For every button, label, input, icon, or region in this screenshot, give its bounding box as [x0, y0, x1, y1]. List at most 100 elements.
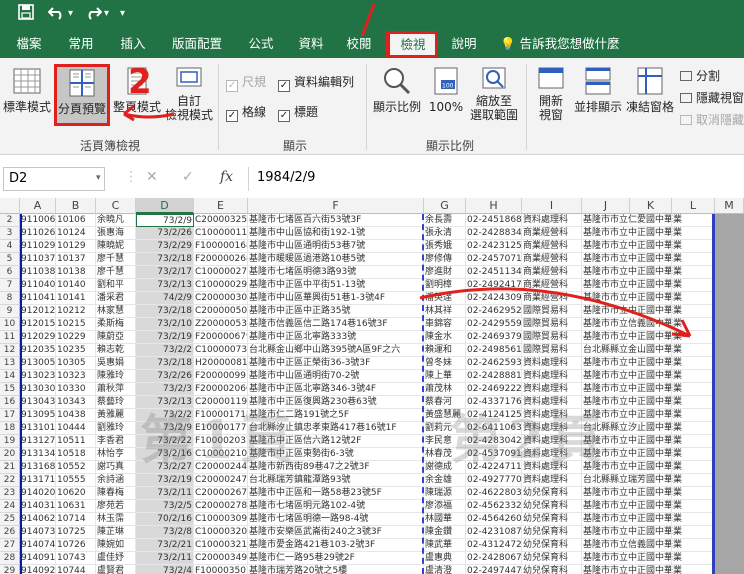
- cell[interactable]: 柔斯梅: [96, 318, 136, 331]
- tell-me-search[interactable]: 💡 告訴我您想做什麼: [500, 30, 650, 58]
- row-header[interactable]: 22: [0, 474, 20, 487]
- cell[interactable]: [630, 565, 672, 574]
- cell[interactable]: 02-24625932: [466, 357, 522, 370]
- cell[interactable]: 73/2/2: [136, 344, 194, 357]
- cell[interactable]: 02-24518685: [466, 214, 522, 227]
- cell[interactable]: 基隆市中正區正榮街36-3號3F: [248, 357, 424, 370]
- cell[interactable]: 幼兒保育科: [522, 526, 582, 539]
- cell[interactable]: 基隆市中山區通明街53巷7號: [248, 240, 424, 253]
- cell[interactable]: 幼兒保育科: [522, 500, 582, 513]
- row-header[interactable]: 10: [0, 318, 20, 331]
- cell[interactable]: 盧惠典: [424, 552, 466, 565]
- cell[interactable]: [630, 487, 672, 500]
- column-header-f[interactable]: F: [248, 198, 424, 214]
- cell[interactable]: F200000679: [194, 331, 248, 344]
- column-header-a[interactable]: A: [20, 198, 56, 214]
- tab-insert[interactable]: 插入: [112, 30, 154, 58]
- cell[interactable]: [672, 448, 715, 461]
- cell[interactable]: 914092: [20, 565, 56, 574]
- cell[interactable]: 913101: [20, 422, 56, 435]
- cell[interactable]: 10235: [56, 344, 96, 357]
- cell[interactable]: 余長壽: [424, 214, 466, 227]
- row-header[interactable]: 2: [0, 214, 20, 227]
- cell[interactable]: 基隆市中山區協和街192-1號: [248, 227, 424, 240]
- cell[interactable]: 74/2/9: [136, 292, 194, 305]
- cell[interactable]: 02-43124728: [466, 539, 522, 552]
- cell[interactable]: 基隆市中正區中平街51-13號: [248, 279, 424, 292]
- cell[interactable]: 10552: [56, 461, 96, 474]
- cell[interactable]: 基隆市信義區信二路174巷16號3F: [248, 318, 424, 331]
- column-header-l[interactable]: L: [672, 198, 715, 214]
- cell[interactable]: 73/2/4: [136, 565, 194, 574]
- cell[interactable]: 02-24280672: [466, 552, 522, 565]
- cell[interactable]: 02-45642603: [466, 513, 522, 526]
- cell[interactable]: [672, 422, 715, 435]
- cell[interactable]: F200002066: [194, 383, 248, 396]
- cell[interactable]: 10305: [56, 357, 96, 370]
- cell[interactable]: 10138: [56, 266, 96, 279]
- cell[interactable]: 914074: [20, 539, 56, 552]
- cell[interactable]: 10744: [56, 565, 96, 574]
- cell[interactable]: 913043: [20, 396, 56, 409]
- cell[interactable]: [672, 383, 715, 396]
- cell[interactable]: 10438: [56, 409, 96, 422]
- normal-view-button[interactable]: 標準模式: [2, 66, 52, 114]
- cell[interactable]: 盧清澄: [424, 565, 466, 574]
- cell[interactable]: 913171: [20, 474, 56, 487]
- cell[interactable]: 吳惠娟: [96, 357, 136, 370]
- cell[interactable]: 73/2/18: [136, 253, 194, 266]
- cell[interactable]: [672, 539, 715, 552]
- cell[interactable]: 商業經營科: [522, 240, 582, 253]
- cell[interactable]: 73/2/19: [136, 474, 194, 487]
- cell[interactable]: 張惠海: [96, 227, 136, 240]
- arrange-all-button[interactable]: 並排顯示: [572, 66, 624, 114]
- cell[interactable]: 913023: [20, 370, 56, 383]
- cell[interactable]: 10725: [56, 526, 96, 539]
- cell[interactable]: 余曉凡: [96, 214, 136, 227]
- column-header-e[interactable]: E: [194, 198, 248, 214]
- cell[interactable]: 基隆市愛金路421巷103-2號3F: [248, 539, 424, 552]
- cell[interactable]: 73/2/5: [136, 500, 194, 513]
- row-header[interactable]: 26: [0, 526, 20, 539]
- cell[interactable]: 73/2/26: [136, 370, 194, 383]
- zoom-button[interactable]: 顯示比例: [370, 66, 424, 114]
- cell[interactable]: 10555: [56, 474, 96, 487]
- cell[interactable]: C200002678: [194, 487, 248, 500]
- cell[interactable]: 10511: [56, 435, 96, 448]
- cell[interactable]: 10743: [56, 552, 96, 565]
- cell[interactable]: [630, 396, 672, 409]
- cell[interactable]: 73/2/8: [136, 526, 194, 539]
- cell[interactable]: F100000168: [194, 240, 248, 253]
- row-header[interactable]: 20: [0, 448, 20, 461]
- cell[interactable]: 陳蔚亞: [96, 331, 136, 344]
- cell[interactable]: F100003507: [194, 565, 248, 574]
- cell[interactable]: 10323: [56, 370, 96, 383]
- cell[interactable]: 912029: [20, 331, 56, 344]
- cell[interactable]: 陳瑞源: [424, 487, 466, 500]
- cell[interactable]: 73/2/29: [136, 240, 194, 253]
- cell[interactable]: 基隆市中正區北寧路346-3號4F: [248, 383, 424, 396]
- cell[interactable]: 912012: [20, 305, 56, 318]
- cell[interactable]: F200000991: [194, 370, 248, 383]
- row-header[interactable]: 5: [0, 253, 20, 266]
- cell[interactable]: 曾冬妹: [424, 357, 466, 370]
- cell[interactable]: 73/2/17: [136, 266, 194, 279]
- cell[interactable]: [630, 370, 672, 383]
- cell[interactable]: 913127: [20, 435, 56, 448]
- cell[interactable]: [672, 565, 715, 574]
- worksheet-grid[interactable]: A B C D E F G H I J K L M 2 911006 10106 余曉凡 73/2/9 C20000…: [0, 198, 744, 574]
- cell[interactable]: [672, 487, 715, 500]
- cell[interactable]: 台北縣瑞芳鎮龍潭路93號: [248, 474, 424, 487]
- cell[interactable]: 幼兒保育科: [522, 487, 582, 500]
- cell[interactable]: C100003095: [194, 513, 248, 526]
- cell[interactable]: 10212: [56, 305, 96, 318]
- row-header[interactable]: 7: [0, 279, 20, 292]
- cell[interactable]: 02-45623321: [466, 500, 522, 513]
- cell[interactable]: C200000505: [194, 305, 248, 318]
- cell[interactable]: [630, 253, 672, 266]
- cell[interactable]: 資料處理科: [522, 357, 582, 370]
- cell[interactable]: 10343: [56, 396, 96, 409]
- save-icon[interactable]: [18, 4, 34, 25]
- select-all-corner[interactable]: [0, 198, 20, 214]
- cell[interactable]: 911038: [20, 266, 56, 279]
